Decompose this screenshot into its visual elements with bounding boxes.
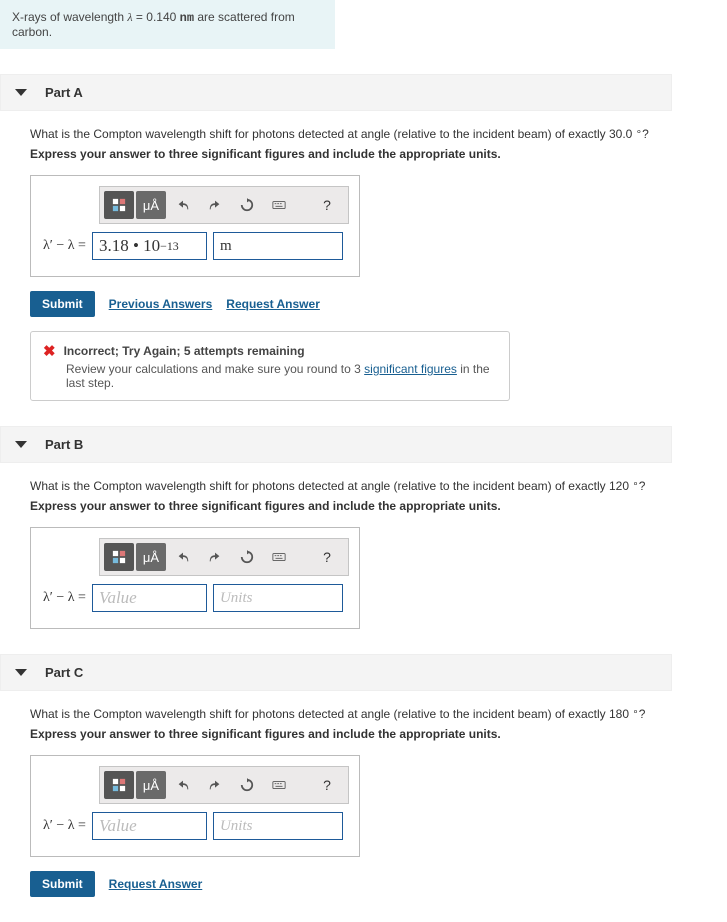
- value-input[interactable]: Value: [92, 584, 207, 612]
- value-input[interactable]: Value: [92, 812, 207, 840]
- units-input[interactable]: Units: [213, 812, 343, 840]
- undo-icon[interactable]: [168, 191, 198, 219]
- part-b: Part B What is the Compton wavelength sh…: [0, 426, 727, 629]
- template-icon[interactable]: [104, 543, 134, 571]
- help-icon[interactable]: ?: [312, 771, 342, 799]
- problem-intro: X-rays of wavelength λ = 0.140 nm are sc…: [0, 0, 335, 49]
- reset-icon[interactable]: [232, 191, 262, 219]
- part-a: Part A What is the Compton wavelength sh…: [0, 74, 727, 401]
- undo-icon[interactable]: [168, 771, 198, 799]
- part-c-header[interactable]: Part C: [0, 654, 672, 691]
- unit-mu-a-button[interactable]: μÅ: [136, 771, 166, 799]
- equation-label: λ′ − λ =: [43, 818, 86, 834]
- part-a-answer-box: μÅ ? λ′ − λ = 3.18 • 10−13 m: [30, 175, 360, 277]
- help-icon[interactable]: ?: [312, 543, 342, 571]
- unit-mu-a-button[interactable]: μÅ: [136, 191, 166, 219]
- keyboard-icon[interactable]: [264, 771, 294, 799]
- reset-icon[interactable]: [232, 771, 262, 799]
- part-a-question: What is the Compton wavelength shift for…: [30, 127, 727, 141]
- part-a-title: Part A: [45, 85, 83, 100]
- submit-button[interactable]: Submit: [30, 871, 95, 897]
- undo-icon[interactable]: [168, 543, 198, 571]
- request-answer-link[interactable]: Request Answer: [109, 877, 203, 891]
- answer-toolbar: μÅ ?: [99, 538, 349, 576]
- keyboard-icon[interactable]: [264, 543, 294, 571]
- feedback-body: Review your calculations and make sure y…: [66, 362, 497, 390]
- part-c-answer-box: μÅ ? λ′ − λ = Value Units: [30, 755, 360, 857]
- part-c-question: What is the Compton wavelength shift for…: [30, 707, 727, 721]
- reset-icon[interactable]: [232, 543, 262, 571]
- help-icon[interactable]: ?: [312, 191, 342, 219]
- part-a-header[interactable]: Part A: [0, 74, 672, 111]
- equation-label: λ′ − λ =: [43, 590, 86, 606]
- intro-text: X-rays of wavelength λ = 0.140 nm are sc…: [12, 10, 295, 39]
- feedback-title: Incorrect; Try Again; 5 attempts remaini…: [64, 344, 305, 358]
- collapse-icon: [15, 669, 27, 676]
- incorrect-icon: ✖: [43, 342, 56, 360]
- part-c: Part C What is the Compton wavelength sh…: [0, 654, 727, 897]
- answer-toolbar: μÅ ?: [99, 186, 349, 224]
- redo-icon[interactable]: [200, 543, 230, 571]
- keyboard-icon[interactable]: [264, 191, 294, 219]
- submit-button[interactable]: Submit: [30, 291, 95, 317]
- collapse-icon: [15, 441, 27, 448]
- collapse-icon: [15, 89, 27, 96]
- equation-label: λ′ − λ =: [43, 238, 86, 254]
- unit-mu-a-button[interactable]: μÅ: [136, 543, 166, 571]
- part-b-title: Part B: [45, 437, 83, 452]
- part-b-question: What is the Compton wavelength shift for…: [30, 479, 727, 493]
- template-icon[interactable]: [104, 771, 134, 799]
- redo-icon[interactable]: [200, 771, 230, 799]
- part-b-instruct: Express your answer to three significant…: [30, 499, 727, 513]
- part-a-instruct: Express your answer to three significant…: [30, 147, 727, 161]
- feedback-box: ✖ Incorrect; Try Again; 5 attempts remai…: [30, 331, 510, 401]
- part-c-title: Part C: [45, 665, 83, 680]
- value-input[interactable]: 3.18 • 10−13: [92, 232, 207, 260]
- request-answer-link[interactable]: Request Answer: [226, 297, 320, 311]
- units-input[interactable]: m: [213, 232, 343, 260]
- answer-toolbar: μÅ ?: [99, 766, 349, 804]
- sig-fig-link[interactable]: significant figures: [364, 362, 457, 376]
- part-b-answer-box: μÅ ? λ′ − λ = Value Units: [30, 527, 360, 629]
- units-input[interactable]: Units: [213, 584, 343, 612]
- redo-icon[interactable]: [200, 191, 230, 219]
- part-c-instruct: Express your answer to three significant…: [30, 727, 727, 741]
- previous-answers-link[interactable]: Previous Answers: [109, 297, 213, 311]
- part-b-header[interactable]: Part B: [0, 426, 672, 463]
- template-icon[interactable]: [104, 191, 134, 219]
